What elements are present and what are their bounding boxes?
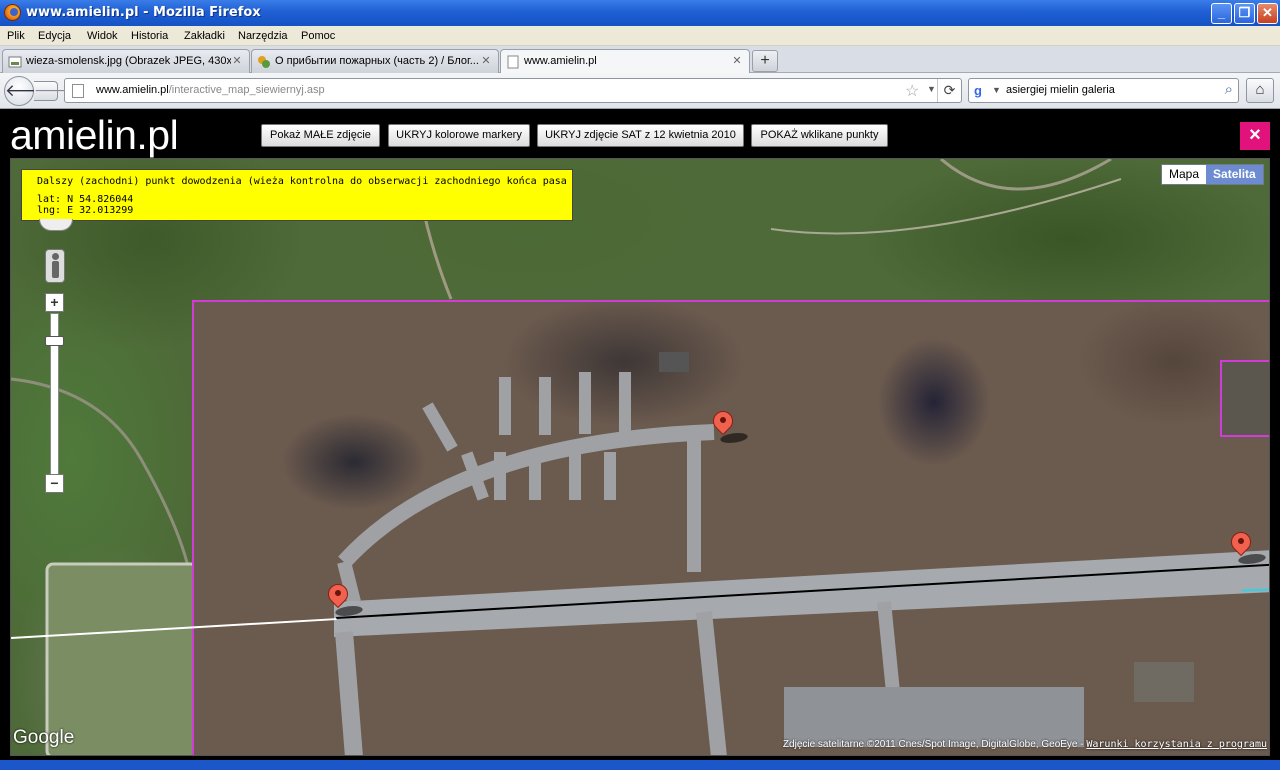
- forward-button[interactable]: 🡒: [34, 81, 72, 101]
- marker-info-box[interactable]: Dalszy (zachodni) punkt dowodzenia (wież…: [21, 169, 573, 221]
- tab-amielin[interactable]: www.amielin.pl ✕: [500, 49, 750, 74]
- magnifier-icon[interactable]: ⌕: [1225, 81, 1233, 98]
- sat-photo-overlay: [192, 300, 1269, 755]
- map-marker-runway-west[interactable]: [323, 579, 367, 618]
- menu-plik[interactable]: Plik: [7, 30, 25, 42]
- tab-blog[interactable]: О прибытии пожарных (часть 2) / Блог... …: [251, 49, 499, 73]
- back-button[interactable]: 🡐: [4, 76, 51, 106]
- close-panel-button[interactable]: ×: [1240, 122, 1270, 150]
- sat-photo-overlay-small: [1220, 360, 1269, 437]
- url-dropdown-icon[interactable]: ▼: [927, 84, 936, 94]
- menu-widok[interactable]: Widok: [87, 30, 118, 42]
- taskbar-strip: [0, 760, 1280, 770]
- new-tab-button[interactable]: +: [752, 50, 778, 72]
- tab-wieza-smolensk[interactable]: wieza-smolensk.jpg (Obrazek JPEG, 430x..…: [2, 49, 250, 73]
- navigation-bar: 🡐 🡒 www.amielin.pl/interactive_map_siewi…: [0, 73, 1280, 109]
- image-file-icon: [8, 56, 22, 68]
- map-marker-control-tower[interactable]: [708, 406, 752, 445]
- minimize-button[interactable]: _: [1211, 3, 1232, 24]
- map-type-control: Mapa Satelita: [1161, 164, 1264, 185]
- menu-pomoc[interactable]: Pomoc: [301, 30, 335, 42]
- menu-zakladki[interactable]: Zakładki: [184, 30, 225, 42]
- map-attribution: Zdjęcie satelitarne ©2011 Cnes/Spot Imag…: [782, 739, 1267, 750]
- home-icon: ⌂: [1255, 81, 1265, 98]
- page-content: amielin.pl Pokaż MAŁE zdjęcie UKRYJ kolo…: [0, 110, 1280, 760]
- menu-edycja[interactable]: Edycja: [38, 30, 71, 42]
- back-forward-group: 🡐 🡒: [4, 76, 72, 106]
- info-lat: lat: N 54.826044: [37, 194, 134, 205]
- tab-close-icon[interactable]: ✕: [731, 55, 743, 67]
- reload-button[interactable]: ⟳: [937, 79, 961, 102]
- menu-bar: Plik Edycja Widok Historia Zakładki Narz…: [0, 26, 1280, 46]
- map-type-satellite-button[interactable]: Satelita: [1206, 165, 1263, 184]
- window-titlebar[interactable]: www.amielin.pl - Mozilla Firefox _ ❐ ✕: [0, 0, 1280, 26]
- terms-link[interactable]: Warunki korzystania z programu: [1086, 739, 1267, 750]
- google-search-engine-icon[interactable]: g: [974, 83, 989, 98]
- tab-close-icon[interactable]: ✕: [231, 55, 243, 67]
- info-title: Dalszy (zachodni) punkt dowodzenia (wież…: [37, 176, 567, 187]
- bookmark-star-icon[interactable]: ☆: [905, 81, 919, 101]
- show-small-photo-button[interactable]: Pokaż MAŁE zdjęcie: [261, 124, 380, 147]
- menu-narzedzia[interactable]: Narzędzia: [238, 30, 288, 42]
- search-bar[interactable]: g ▼ asiergiej mielin galeria ⌕: [968, 78, 1239, 103]
- zoom-in-button[interactable]: +: [45, 293, 64, 312]
- address-bar[interactable]: www.amielin.pl/interactive_map_siewierny…: [64, 78, 962, 103]
- tab-bar: wieza-smolensk.jpg (Obrazek JPEG, 430x..…: [0, 46, 1280, 74]
- airfield-imagery: [334, 352, 1269, 755]
- hide-color-markers-button[interactable]: UKRYJ kolorowe markery: [388, 124, 530, 147]
- page-icon: [72, 84, 84, 98]
- site-logo[interactable]: amielin.pl: [10, 112, 179, 159]
- blog-favicon-icon: [258, 56, 270, 68]
- show-clicked-points-button[interactable]: POKAŻ wklikane punkty: [751, 124, 888, 147]
- google-logo[interactable]: Google: [13, 727, 74, 749]
- map-type-map-button[interactable]: Mapa: [1162, 165, 1206, 184]
- page-icon: [507, 55, 519, 69]
- search-engine-dropdown-icon[interactable]: ▼: [992, 85, 1001, 95]
- street-view-pegman-icon[interactable]: [45, 249, 65, 283]
- url-text[interactable]: www.amielin.pl/interactive_map_siewierny…: [96, 84, 325, 96]
- hide-sat-photo-button[interactable]: UKRYJ zdjęcie SAT z 12 kwietnia 2010: [537, 124, 744, 147]
- search-input[interactable]: asiergiej mielin galeria: [1006, 84, 1115, 96]
- close-window-button[interactable]: ✕: [1257, 3, 1278, 24]
- zoom-slider-handle[interactable]: [45, 336, 64, 346]
- satellite-map[interactable]: Dalszy (zachodni) punkt dowodzenia (wież…: [10, 158, 1270, 756]
- firefox-icon: [4, 4, 21, 21]
- zoom-out-button[interactable]: −: [45, 474, 64, 493]
- home-button[interactable]: ⌂: [1246, 78, 1274, 103]
- map-marker-runway-east[interactable]: [1226, 527, 1269, 566]
- menu-historia[interactable]: Historia: [131, 30, 168, 42]
- info-lng: lng: E 32.013299: [37, 205, 134, 216]
- maximize-button[interactable]: ❐: [1234, 3, 1255, 24]
- window-title: www.amielin.pl - Mozilla Firefox: [26, 5, 261, 20]
- tab-close-icon[interactable]: ✕: [480, 55, 492, 67]
